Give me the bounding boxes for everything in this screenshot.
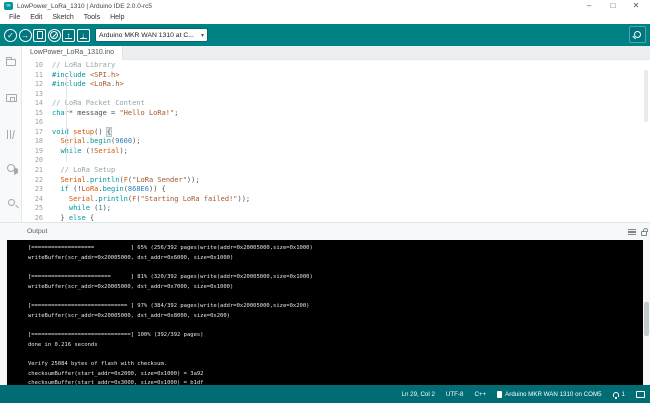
bug-icon — [7, 164, 15, 172]
arrow-right-icon: → — [21, 30, 29, 41]
output-line: [======================== ] 81% (320/392… — [28, 273, 643, 283]
notification-count: 1 — [622, 391, 625, 398]
sidebar — [0, 46, 22, 222]
menu-bar: File Edit Sketch Tools Help — [0, 12, 650, 24]
code-line: 10// LoRa Library — [22, 61, 650, 71]
code-line: 16 — [22, 118, 650, 128]
debug-icon — [50, 31, 58, 39]
indent-guide — [66, 77, 67, 162]
chevron-down-icon: ▾ — [201, 32, 204, 39]
output-line: writeBuffer(scr_addr=0x20005000, dst_add… — [28, 283, 643, 293]
board-selector-dropdown[interactable]: Arduino MKR WAN 1310 at C... ▾ — [95, 28, 208, 42]
bell-icon — [613, 392, 619, 397]
encoding[interactable]: UTF-8 — [446, 391, 464, 398]
open-button[interactable]: ↑ — [62, 29, 75, 42]
output-line: writeBuffer(scr_addr=0x20005000, dst_add… — [28, 254, 643, 264]
sidebar-item-boards-manager[interactable] — [0, 86, 22, 110]
debug-button[interactable] — [48, 29, 61, 42]
title-bar: ∞ LowPower_LoRa_1310 | Arduino IDE 2.0.0… — [0, 0, 650, 12]
output-line: writeBuffer(scr_addr=0x20005000, dst_add… — [28, 312, 643, 322]
status-bar: Ln 29, Col 2 UTF-8 C++ Arduino MKR WAN 1… — [0, 385, 650, 403]
sidebar-item-debug[interactable] — [0, 156, 22, 180]
output-panel-header: Output — [0, 222, 650, 240]
language-mode[interactable]: C++ — [474, 391, 486, 398]
code-line: 11#include <SPI.h> — [22, 71, 650, 81]
check-icon: ✓ — [7, 30, 14, 41]
board-status-label: Arduino MKR WAN 1310 on COM5 — [505, 391, 601, 398]
output-console: [=================== ] 65% (256/392 page… — [7, 240, 643, 385]
code-line: 21 // LoRa Setup — [22, 166, 650, 176]
arrow-down-icon: ↓ — [81, 30, 85, 41]
code-area: 10// LoRa Library11#include <SPI.h>12#in… — [22, 61, 650, 222]
output-line: Verify 25084 bytes of flash with checksu… — [28, 360, 643, 370]
menu-help[interactable]: Help — [105, 12, 129, 24]
output-line: done in 0.216 seconds — [28, 341, 643, 351]
close-button[interactable]: ✕ — [625, 0, 647, 12]
code-line: 26 } else { — [22, 214, 650, 222]
output-panel: [=================== ] 65% (256/392 page… — [0, 240, 650, 385]
code-line: 12#include <LoRa.h> — [22, 80, 650, 90]
code-line: 17void setup() { — [22, 128, 650, 138]
board-plug-icon — [497, 391, 502, 398]
code-line: 19 while (!Serial); — [22, 147, 650, 157]
code-line: 14// LoRa Packet Content — [22, 99, 650, 109]
app-icon: ∞ — [4, 2, 13, 10]
maximize-button[interactable]: □ — [602, 0, 624, 12]
tab-bar: LowPower_LoRa_1310.ino — [22, 46, 650, 60]
output-line: [============================= ] 97% (38… — [28, 302, 643, 312]
save-button[interactable]: ↓ — [77, 29, 90, 42]
code-line: 15char* message = "Hello LoRa!"; — [22, 109, 650, 119]
output-line — [28, 321, 643, 331]
menu-sketch[interactable]: Sketch — [47, 12, 78, 24]
sidebar-item-search[interactable] — [0, 190, 22, 214]
menu-tools[interactable]: Tools — [79, 12, 105, 24]
output-line — [28, 292, 643, 302]
output-line — [28, 263, 643, 273]
notifications[interactable]: 1 — [613, 391, 625, 398]
window-title: LowPower_LoRa_1310 | Arduino IDE 2.0.0-r… — [17, 3, 152, 10]
search-icon — [8, 199, 15, 206]
toggle-panel[interactable] — [636, 391, 645, 398]
board-selector-label: Arduino MKR WAN 1310 at C... — [99, 32, 199, 39]
cursor-position[interactable]: Ln 29, Col 2 — [402, 391, 435, 398]
indent-guide — [74, 134, 75, 154]
minimize-button[interactable]: – — [578, 0, 600, 12]
code-line: 24 Serial.println(F("Starting LoRa faile… — [22, 195, 650, 205]
sidebar-item-sketchbook[interactable] — [0, 50, 22, 74]
menu-file[interactable]: File — [4, 12, 25, 24]
arrow-up-icon: ↑ — [67, 30, 71, 41]
tab-sketch-file[interactable]: LowPower_LoRa_1310.ino — [22, 46, 123, 60]
code-line: 18 Serial.begin(9600); — [22, 137, 650, 147]
upload-button[interactable]: → — [19, 29, 32, 42]
serial-monitor-button[interactable] — [629, 26, 646, 43]
code-line: 13 — [22, 90, 650, 100]
code-editor[interactable]: 10// LoRa Library11#include <SPI.h>12#in… — [22, 60, 650, 222]
output-line: checksumBuffer(start_addr=0x2000, size=0… — [28, 370, 643, 380]
magnifier-icon — [634, 31, 641, 38]
code-line: 25 while (1); — [22, 204, 650, 214]
panel-icon — [636, 391, 645, 398]
code-line: 22 Serial.println(F("LoRa Sender")); — [22, 176, 650, 186]
output-scrollbar[interactable] — [644, 302, 649, 336]
menu-edit[interactable]: Edit — [25, 12, 47, 24]
code-line: 23 if (!LoRa.begin(868E6)) { — [22, 185, 650, 195]
sidebar-item-library-manager[interactable] — [0, 122, 22, 146]
document-icon — [37, 31, 43, 39]
new-sketch-button[interactable] — [33, 29, 46, 42]
output-line: [==============================] 100% (3… — [28, 331, 643, 341]
editor-scrollbar[interactable] — [644, 70, 648, 122]
code-line: 20 — [22, 156, 650, 166]
arduino-ide-window: ∞ LowPower_LoRa_1310 | Arduino IDE 2.0.0… — [0, 0, 650, 403]
books-icon — [6, 130, 16, 139]
lock-scroll-icon[interactable] — [641, 231, 647, 236]
output-menu-icon[interactable] — [628, 229, 636, 235]
board-status[interactable]: Arduino MKR WAN 1310 on COM5 — [497, 391, 601, 398]
board-icon — [6, 94, 17, 102]
output-line: [=================== ] 65% (256/392 page… — [28, 244, 643, 254]
folder-icon — [6, 59, 16, 66]
verify-button[interactable]: ✓ — [4, 29, 17, 42]
output-panel-title: Output — [27, 228, 47, 235]
toolbar: ✓ → ↑ ↓ Arduino MKR WAN 1310 at C... ▾ — [0, 24, 650, 46]
output-line — [28, 350, 643, 360]
